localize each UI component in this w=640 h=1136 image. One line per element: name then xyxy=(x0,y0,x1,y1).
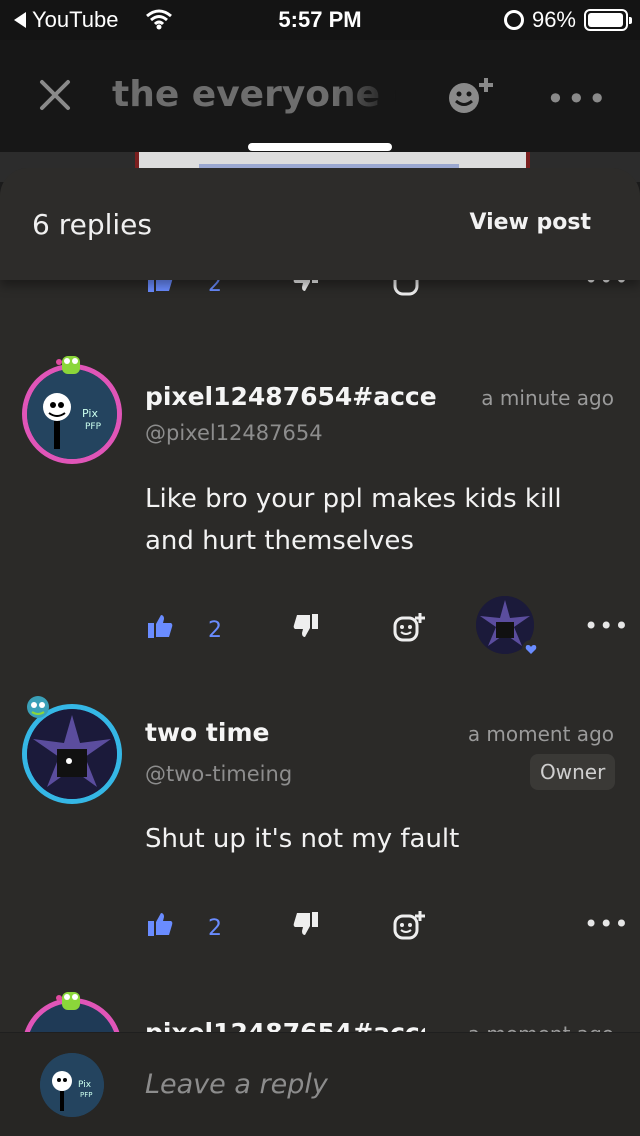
reply-bar: Pix PFP Leave a reply xyxy=(0,1032,640,1136)
more-options-icon[interactable]: ••• xyxy=(546,80,609,118)
heart-icon xyxy=(522,640,540,658)
comment-text: Like bro your ppl makes kids kill and hu… xyxy=(145,478,562,562)
add-reaction-icon[interactable] xyxy=(392,910,426,940)
frog-badge-icon xyxy=(56,992,80,1010)
sheet-header: 6 replies View post xyxy=(0,168,640,280)
comment-handle: @pixel12487654 xyxy=(145,421,323,445)
thumbs-up-icon[interactable] xyxy=(146,612,174,640)
comment-handle: @two-timeing xyxy=(145,762,293,786)
add-emoji-icon[interactable] xyxy=(446,74,498,118)
comment-username[interactable]: two time xyxy=(145,718,435,747)
svg-text:PFP: PFP xyxy=(85,422,102,432)
frog-badge-icon xyxy=(56,356,80,374)
replies-count: 6 replies xyxy=(32,208,152,241)
alarm-icon xyxy=(503,10,524,30)
avatar[interactable]: Pix PFP xyxy=(22,364,122,464)
comment-text: Shut up it's not my fault xyxy=(145,818,459,860)
comment-action-row: 2 ••• xyxy=(0,910,640,954)
comment-more-icon[interactable]: ••• xyxy=(584,910,629,938)
avatar-image: Pix PFP xyxy=(27,369,117,459)
comment-timestamp: a minute ago xyxy=(481,386,614,410)
thumbs-down-icon[interactable] xyxy=(292,612,320,640)
comment-text-line: Like bro your ppl makes kids kill xyxy=(145,484,562,514)
add-reaction-icon[interactable] xyxy=(392,612,426,642)
close-icon[interactable] xyxy=(38,78,72,112)
like-count: 2 xyxy=(208,916,222,941)
thumbs-up-icon[interactable] xyxy=(146,910,174,938)
status-bar: YouTube 5:57 PM 96% xyxy=(0,0,640,40)
comment-username[interactable]: pixel12487654#acce xyxy=(145,382,441,411)
comment-more-icon[interactable]: ••• xyxy=(584,612,629,640)
creature-badge-icon xyxy=(27,696,49,718)
sheet-drag-handle[interactable] xyxy=(248,143,392,151)
top-nav: the everyone gr ••• xyxy=(0,40,640,152)
thumbs-down-icon[interactable] xyxy=(292,910,320,938)
my-avatar-image: Pix PFP xyxy=(40,1053,104,1117)
replies-sheet: 6 replies View post 2 ••• Pix PFP pixel1… xyxy=(0,168,640,1136)
page-title: the everyone gr xyxy=(112,74,396,115)
comment-action-row: 2 ••• xyxy=(0,596,640,658)
avatar-image xyxy=(27,709,117,799)
owner-badge: Owner xyxy=(530,754,616,790)
reply-input[interactable]: Leave a reply xyxy=(145,1069,328,1100)
battery-percent: 96% xyxy=(531,7,576,32)
comment-text-line: and hurt themselves xyxy=(145,526,414,556)
comment-text-line: Shut up it's not my fault xyxy=(145,824,460,854)
svg-text:Pix: Pix xyxy=(82,407,98,420)
view-post-button[interactable]: View post xyxy=(469,210,591,235)
svg-text:PFP: PFP xyxy=(80,1091,92,1099)
my-avatar[interactable]: Pix PFP xyxy=(40,1053,104,1117)
like-count: 2 xyxy=(208,618,222,643)
svg-text:Pix: Pix xyxy=(78,1080,92,1090)
comment-timestamp: a moment ago xyxy=(467,722,614,746)
battery-icon xyxy=(584,9,632,31)
